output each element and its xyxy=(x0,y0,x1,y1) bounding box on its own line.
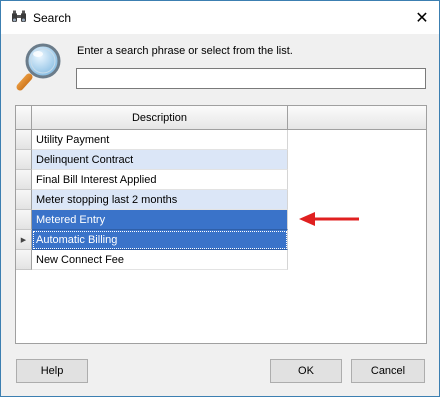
table-row-selected[interactable]: Metered Entry xyxy=(16,210,426,230)
description-cell[interactable]: Metered Entry xyxy=(32,210,288,230)
row-selector[interactable] xyxy=(16,150,32,170)
ok-button[interactable]: OK xyxy=(270,359,342,383)
close-button[interactable]: ✕ xyxy=(411,7,433,29)
row-selector[interactable] xyxy=(16,170,32,190)
close-icon: ✕ xyxy=(415,10,429,27)
description-cell[interactable]: Automatic Billing xyxy=(32,230,288,250)
table-row[interactable]: Delinquent Contract xyxy=(16,150,426,170)
description-cell[interactable]: Delinquent Contract xyxy=(32,150,288,170)
table-row[interactable]: New Connect Fee xyxy=(16,250,426,270)
search-prompt: Enter a search phrase or select from the… xyxy=(77,45,293,57)
column-header-description[interactable]: Description xyxy=(32,106,288,130)
window-title: Search xyxy=(33,11,72,25)
table-row[interactable]: Final Bill Interest Applied xyxy=(16,170,426,190)
binoculars-icon xyxy=(12,10,26,22)
description-cell[interactable]: Utility Payment xyxy=(32,130,288,150)
current-row-marker-icon: ▶ xyxy=(20,236,27,244)
search-input[interactable] xyxy=(76,68,426,89)
annotation-arrow-icon xyxy=(299,212,359,226)
row-selector[interactable] xyxy=(16,250,32,270)
title-bar: Search ✕ xyxy=(1,1,439,34)
row-selector-header xyxy=(16,106,32,130)
table-row[interactable]: Utility Payment xyxy=(16,130,426,150)
row-selector[interactable] xyxy=(16,130,32,150)
row-selector[interactable] xyxy=(16,190,32,210)
column-header-filler xyxy=(288,106,426,130)
magnifier-icon xyxy=(16,43,61,91)
description-cell[interactable]: Meter stopping last 2 months xyxy=(32,190,288,210)
description-cell[interactable]: New Connect Fee xyxy=(32,250,288,270)
search-dialog: Search ✕ Enter a search phrase or select… xyxy=(0,0,440,397)
results-grid[interactable]: Description Utility Payment Delinquent C… xyxy=(15,105,427,344)
row-selector[interactable]: ▶ xyxy=(16,230,32,250)
cancel-button[interactable]: Cancel xyxy=(351,359,425,383)
row-selector[interactable] xyxy=(16,210,32,230)
grid-rows: Utility Payment Delinquent Contract Fina… xyxy=(16,130,426,270)
grid-header: Description xyxy=(16,106,426,130)
table-row[interactable]: Meter stopping last 2 months xyxy=(16,190,426,210)
description-cell[interactable]: Final Bill Interest Applied xyxy=(32,170,288,190)
table-row-current[interactable]: ▶ Automatic Billing xyxy=(16,230,426,250)
help-button[interactable]: Help xyxy=(16,359,88,383)
